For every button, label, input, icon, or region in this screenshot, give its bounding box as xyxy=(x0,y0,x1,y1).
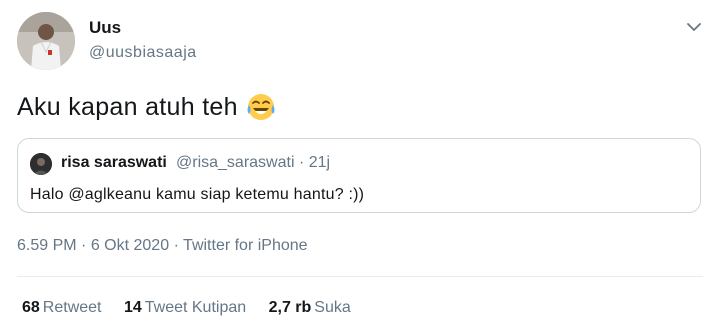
author-handle[interactable]: @uusbiasaaja xyxy=(89,44,197,62)
likes-label: Suka xyxy=(314,299,351,316)
retweets-stat[interactable]: 68 Retweet xyxy=(22,299,102,316)
meta-separator: · xyxy=(81,237,87,254)
quote-tweets-count: 14 xyxy=(123,299,142,316)
quote-tweets-label: Tweet Kutipan xyxy=(144,299,247,316)
tweet-text-content: Aku kapan atuh teh xyxy=(17,92,238,121)
face-with-tears-of-joy-icon xyxy=(246,92,276,122)
quoted-tweet[interactable]: risa saraswati @risa_saraswati · 21j Hal… xyxy=(17,138,701,213)
author-avatar-image xyxy=(17,12,75,70)
quoted-tweet-text: Halo @aglkeanu kamu siap ketemu hantu? :… xyxy=(30,186,365,203)
retweets-count: 68 xyxy=(22,299,40,316)
tweet-stats: 68 Retweet 14 Tweet Kutipan 2,7 rb Suka xyxy=(22,299,369,317)
tweet-time[interactable]: 6.59 PM xyxy=(17,237,77,254)
likes-count: 2,7 rb xyxy=(268,299,312,316)
author-avatar[interactable] xyxy=(17,12,75,70)
chevron-down-icon[interactable] xyxy=(681,14,707,40)
retweets-label: Retweet xyxy=(42,299,102,316)
tweet-date[interactable]: 6 Okt 2020 xyxy=(91,237,169,254)
quoted-author-handle: @risa_saraswati xyxy=(176,154,295,171)
quoted-author-display-name[interactable]: risa saraswati xyxy=(61,154,167,172)
divider xyxy=(17,276,703,277)
tweet-card: Uus @uusbiasaaja Aku kapan atuh teh risa… xyxy=(0,0,720,326)
likes-stat[interactable]: 2,7 rb Suka xyxy=(269,299,351,316)
author-display-name[interactable]: Uus xyxy=(89,18,121,38)
quoted-tweet-age: 21j xyxy=(308,154,331,171)
tweet-timestamp-line: 6.59 PM · 6 Okt 2020 · Twitter for iPhon… xyxy=(17,237,308,255)
tweet-text: Aku kapan atuh teh xyxy=(17,92,276,122)
meta-separator: · xyxy=(173,237,179,254)
quoted-separator: · xyxy=(298,154,305,171)
quoted-author-meta: @risa_saraswati · 21j xyxy=(176,154,330,172)
quoted-author-avatar[interactable] xyxy=(30,153,52,175)
quote-tweets-stat[interactable]: 14 Tweet Kutipan xyxy=(124,299,246,316)
tweet-source[interactable]: Twitter for iPhone xyxy=(183,237,308,254)
